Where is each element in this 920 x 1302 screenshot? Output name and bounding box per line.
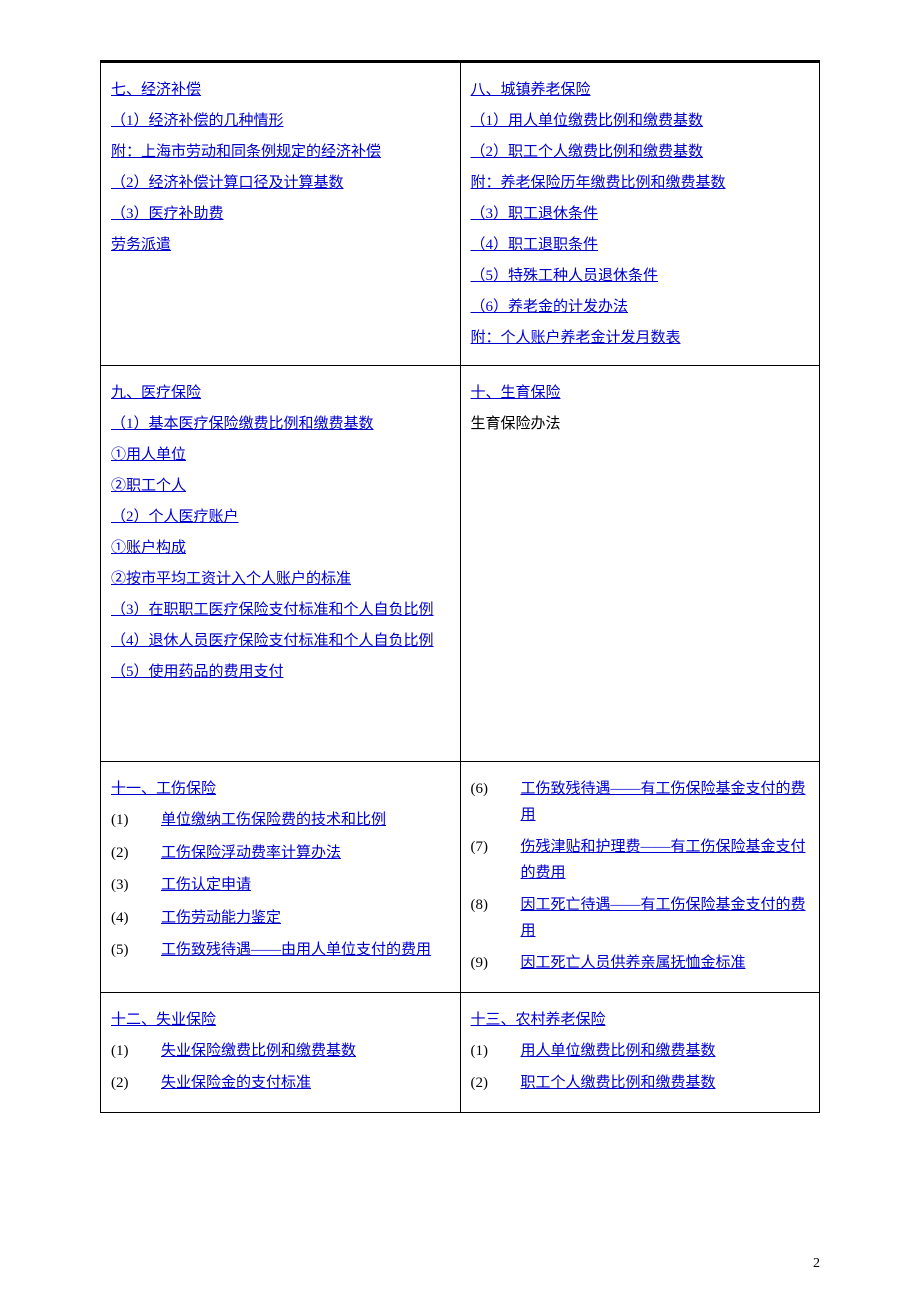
toc-link[interactable]: （6）养老金的计发办法 [471, 299, 629, 315]
toc-link[interactable]: （2）职工个人缴费比例和缴费基数 [471, 144, 704, 160]
toc-link[interactable]: 工伤劳动能力鉴定 [161, 910, 281, 926]
item-number: (3) [111, 873, 161, 899]
cell-section-11-left: 十一、工伤保险 (1)单位缴纳工伤保险费的技术和比例 (2)工伤保险浮动费率计算… [101, 762, 461, 993]
cell-section-8: 八、城镇养老保险 （1）用人单位缴费比例和缴费基数 （2）职工个人缴费比例和缴费… [460, 63, 820, 366]
toc-link[interactable]: （1）经济补偿的几种情形 [111, 113, 284, 129]
toc-link[interactable]: （5）使用药品的费用支付 [111, 664, 284, 680]
cell-section-11-right: (6)工伤致残待遇——有工伤保险基金支付的费用 (7)伤残津贴和护理费——有工伤… [460, 762, 820, 993]
section-title-link[interactable]: 七、经济补偿 [111, 82, 201, 98]
toc-link[interactable]: 劳务派遣 [111, 237, 171, 253]
toc-link[interactable]: 伤残津贴和护理费——有工伤保险基金支付的费用 [521, 839, 806, 881]
item-number: (6) [471, 777, 521, 828]
item-number: (7) [471, 835, 521, 886]
toc-text: 生育保险办法 [471, 416, 561, 432]
item-number: (9) [471, 951, 521, 977]
toc-link[interactable]: 工伤致残待遇——有工伤保险基金支付的费用 [521, 781, 806, 823]
item-number: (5) [111, 938, 161, 964]
toc-link[interactable]: 失业保险金的支付标准 [161, 1075, 311, 1091]
toc-link[interactable]: 附：上海市劳动和同条例规定的经济补偿 [111, 144, 381, 160]
toc-link[interactable]: （3）在职职工医疗保险支付标准和个人自负比例 [111, 602, 434, 618]
toc-link[interactable]: ②职工个人 [111, 478, 186, 494]
toc-link[interactable]: 职工个人缴费比例和缴费基数 [521, 1075, 716, 1091]
cell-section-9: 九、医疗保险 （1）基本医疗保险缴费比例和缴费基数 ①用人单位 ②职工个人 （2… [101, 366, 461, 762]
cell-section-10: 十、生育保险 生育保险办法 [460, 366, 820, 762]
table-row: 十二、失业保险 (1)失业保险缴费比例和缴费基数 (2)失业保险金的支付标准 十… [101, 992, 820, 1112]
toc-link[interactable]: 失业保险缴费比例和缴费基数 [161, 1043, 356, 1059]
toc-link[interactable]: 工伤保险浮动费率计算办法 [161, 845, 341, 861]
toc-link[interactable]: 附：养老保险历年缴费比例和缴费基数 [471, 175, 726, 191]
toc-link[interactable]: 因工死亡人员供养亲属抚恤金标准 [521, 955, 746, 971]
toc-link[interactable]: 工伤致残待遇——由用人单位支付的费用 [161, 942, 431, 958]
section-title-link[interactable]: 十一、工伤保险 [111, 781, 216, 797]
toc-link[interactable]: （1）基本医疗保险缴费比例和缴费基数 [111, 416, 374, 432]
toc-link[interactable]: 单位缴纳工伤保险费的技术和比例 [161, 812, 386, 828]
toc-link[interactable]: （2）经济补偿计算口径及计算基数 [111, 175, 344, 191]
item-number: (1) [471, 1039, 521, 1065]
toc-link[interactable]: （5）特殊工种人员退休条件 [471, 268, 659, 284]
toc-link[interactable]: （3）医疗补助费 [111, 206, 224, 222]
section-title-link[interactable]: 八、城镇养老保险 [471, 82, 591, 98]
item-number: (4) [111, 906, 161, 932]
cell-section-13: 十三、农村养老保险 (1)用人单位缴费比例和缴费基数 (2)职工个人缴费比例和缴… [460, 992, 820, 1112]
item-number: (1) [111, 808, 161, 834]
section-title-link[interactable]: 九、医疗保险 [111, 385, 201, 401]
toc-link[interactable]: （4）职工退职条件 [471, 237, 599, 253]
toc-link[interactable]: 因工死亡待遇——有工伤保险基金支付的费用 [521, 897, 806, 939]
cell-section-12: 十二、失业保险 (1)失业保险缴费比例和缴费基数 (2)失业保险金的支付标准 [101, 992, 461, 1112]
cell-section-7: 七、经济补偿 （1）经济补偿的几种情形 附：上海市劳动和同条例规定的经济补偿 （… [101, 63, 461, 366]
item-number: (2) [111, 1071, 161, 1097]
item-number: (2) [111, 841, 161, 867]
item-number: (2) [471, 1071, 521, 1097]
toc-link[interactable]: ①账户构成 [111, 540, 186, 556]
section-title-link[interactable]: 十、生育保险 [471, 385, 561, 401]
table-row: 十一、工伤保险 (1)单位缴纳工伤保险费的技术和比例 (2)工伤保险浮动费率计算… [101, 762, 820, 993]
table-row: 九、医疗保险 （1）基本医疗保险缴费比例和缴费基数 ①用人单位 ②职工个人 （2… [101, 366, 820, 762]
item-number: (1) [111, 1039, 161, 1065]
toc-link[interactable]: 工伤认定申请 [161, 877, 251, 893]
page-number: 2 [813, 1256, 820, 1272]
toc-link[interactable]: ②按市平均工资计入个人账户的标准 [111, 571, 351, 587]
toc-link[interactable]: （3）职工退休条件 [471, 206, 599, 222]
table-row: 七、经济补偿 （1）经济补偿的几种情形 附：上海市劳动和同条例规定的经济补偿 （… [101, 63, 820, 366]
toc-link[interactable]: ①用人单位 [111, 447, 186, 463]
toc-link[interactable]: （2）个人医疗账户 [111, 509, 239, 525]
section-title-link[interactable]: 十二、失业保险 [111, 1012, 216, 1028]
toc-link[interactable]: 用人单位缴费比例和缴费基数 [521, 1043, 716, 1059]
toc-link[interactable]: 附：个人账户养老金计发月数表 [471, 330, 681, 346]
toc-table: 七、经济补偿 （1）经济补偿的几种情形 附：上海市劳动和同条例规定的经济补偿 （… [100, 62, 820, 1113]
section-title-link[interactable]: 十三、农村养老保险 [471, 1012, 606, 1028]
document-page: 七、经济补偿 （1）经济补偿的几种情形 附：上海市劳动和同条例规定的经济补偿 （… [0, 0, 920, 1302]
item-number: (8) [471, 893, 521, 944]
toc-link[interactable]: （1）用人单位缴费比例和缴费基数 [471, 113, 704, 129]
toc-link[interactable]: （4）退休人员医疗保险支付标准和个人自负比例 [111, 633, 434, 649]
